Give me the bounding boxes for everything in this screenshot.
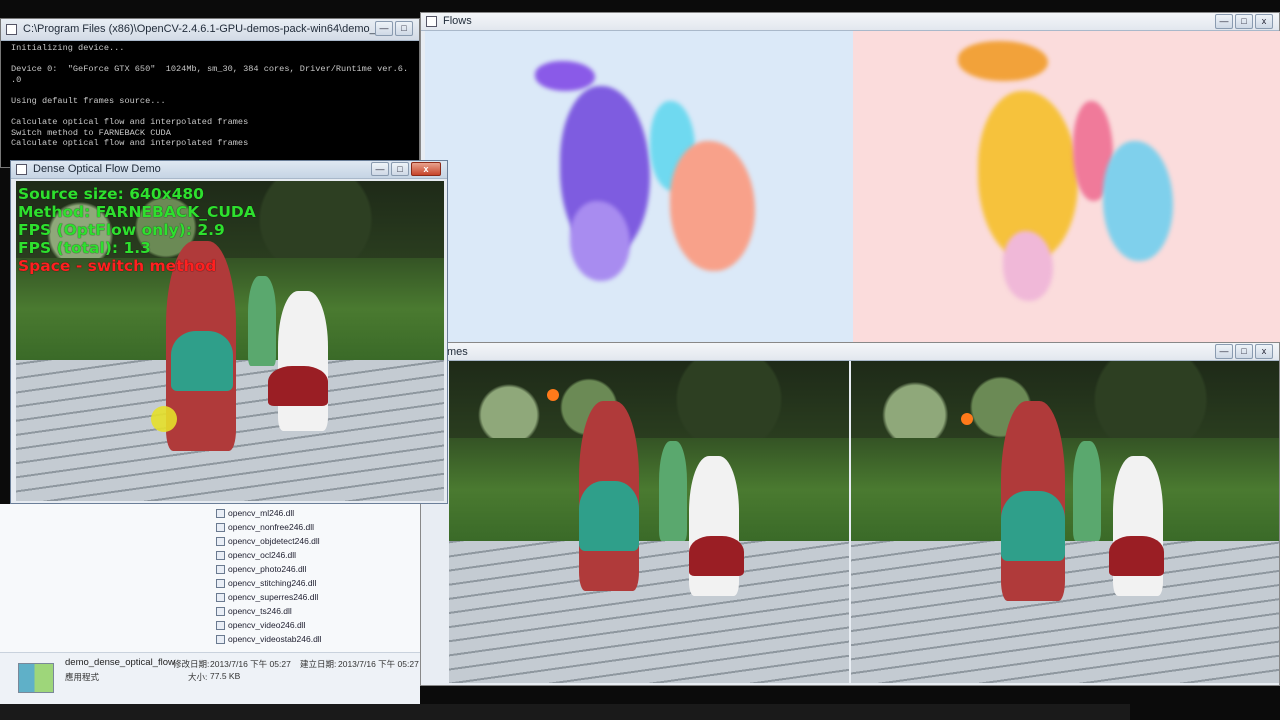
frames-minimize-button[interactable]: — bbox=[1215, 344, 1233, 359]
file-explorer-window[interactable]: opencv_ml246.dll opencv_nonfree246.dll o… bbox=[0, 504, 420, 720]
console-window[interactable]: C:\Program Files (x86)\OpenCV-2.4.6.1-GP… bbox=[0, 18, 420, 168]
frames-titlebar[interactable]: mes — □ x bbox=[421, 343, 1279, 361]
window-icon bbox=[426, 16, 437, 27]
switch-method-hint: Space - switch method bbox=[18, 257, 217, 275]
list-item[interactable]: opencv_ml246.dll bbox=[216, 506, 322, 520]
maximize-button[interactable]: □ bbox=[395, 21, 413, 36]
list-item[interactable]: opencv_photo246.dll bbox=[216, 562, 322, 576]
dll-file-icon bbox=[216, 634, 225, 644]
demo-titlebar[interactable]: Dense Optical Flow Demo — □ x bbox=[11, 161, 447, 179]
flows-minimize-button[interactable]: — bbox=[1215, 14, 1233, 29]
demo-title: Dense Optical Flow Demo bbox=[33, 163, 161, 175]
dll-file-icon bbox=[216, 620, 225, 630]
console-title: C:\Program Files (x86)\OpenCV-2.4.6.1-GP… bbox=[23, 23, 379, 35]
flows-close-button[interactable]: x bbox=[1255, 14, 1273, 29]
dll-file-icon bbox=[216, 564, 225, 574]
console-titlebar[interactable]: C:\Program Files (x86)\OpenCV-2.4.6.1-GP… bbox=[1, 19, 419, 41]
list-item[interactable]: opencv_ts246.dll bbox=[216, 604, 322, 618]
frames-window[interactable]: mes — □ x bbox=[420, 342, 1280, 686]
modified-label: 修改日期: bbox=[173, 659, 210, 669]
file-list: opencv_ml246.dll opencv_nonfree246.dll o… bbox=[216, 506, 322, 646]
taskbar bbox=[0, 704, 1130, 720]
list-item[interactable]: opencv_nonfree246.dll bbox=[216, 520, 322, 534]
created-label: 建立日期: bbox=[300, 659, 337, 669]
list-item[interactable]: opencv_videostab246.dll bbox=[216, 632, 322, 646]
list-item[interactable]: opencv_video246.dll bbox=[216, 618, 322, 632]
flows-titlebar[interactable]: Flows — □ x bbox=[421, 13, 1279, 31]
flows-title: Flows bbox=[443, 15, 472, 27]
list-item[interactable]: opencv_superres246.dll bbox=[216, 590, 322, 604]
file-name: demo_dense_optical_flow bbox=[65, 657, 175, 668]
dll-file-icon bbox=[216, 508, 225, 518]
created-value: 2013/7/16 下午 05:27 bbox=[338, 659, 419, 669]
dll-file-icon bbox=[216, 592, 225, 602]
frame-image-right bbox=[851, 361, 1279, 683]
demo-window[interactable]: Dense Optical Flow Demo — □ x Source siz… bbox=[10, 160, 448, 504]
size-label: 大小: bbox=[188, 672, 208, 682]
flows-window[interactable]: Flows — □ x bbox=[420, 12, 1280, 344]
dll-file-icon bbox=[216, 536, 225, 546]
dll-file-icon bbox=[216, 550, 225, 560]
list-item[interactable]: opencv_objdetect246.dll bbox=[216, 534, 322, 548]
application-thumbnail-icon bbox=[18, 663, 54, 693]
frame-image-left bbox=[449, 361, 849, 683]
dll-file-icon bbox=[216, 578, 225, 588]
method-text: Method: FARNEBACK_CUDA bbox=[18, 203, 256, 221]
frames-title: mes bbox=[447, 346, 468, 358]
flow-visualization-right bbox=[853, 31, 1280, 343]
file-type: 應用程式 bbox=[65, 672, 100, 682]
flow-visualization-left bbox=[425, 31, 853, 343]
details-pane: demo_dense_optical_flow 應用程式 修改日期: 2013/… bbox=[0, 652, 420, 705]
demo-maximize-button[interactable]: □ bbox=[391, 162, 409, 176]
fps-total-text: FPS (total): 1.3 bbox=[18, 239, 151, 257]
size-value: 77.5 KB bbox=[210, 671, 241, 681]
list-item[interactable]: opencv_ocl246.dll bbox=[216, 548, 322, 562]
window-icon bbox=[16, 164, 27, 175]
minimize-button[interactable]: — bbox=[375, 21, 393, 36]
modified-value: 2013/7/16 下午 05:27 bbox=[210, 659, 291, 669]
source-size-text: Source size: 640x480 bbox=[18, 185, 204, 203]
demo-minimize-button[interactable]: — bbox=[371, 162, 389, 176]
dll-file-icon bbox=[216, 522, 225, 532]
demo-video-view[interactable]: Source size: 640x480 Method: FARNEBACK_C… bbox=[16, 181, 444, 501]
fps-optflow-text: FPS (OptFlow only): 2.9 bbox=[18, 221, 225, 239]
frames-close-button[interactable]: x bbox=[1255, 344, 1273, 359]
list-item[interactable]: opencv_stitching246.dll bbox=[216, 576, 322, 590]
frames-maximize-button[interactable]: □ bbox=[1235, 344, 1253, 359]
dll-file-icon bbox=[216, 606, 225, 616]
flows-maximize-button[interactable]: □ bbox=[1235, 14, 1253, 29]
demo-close-button[interactable]: x bbox=[411, 162, 441, 176]
console-icon bbox=[6, 24, 17, 35]
console-output: Initializing device... Device 0: "GeForc… bbox=[11, 43, 409, 149]
